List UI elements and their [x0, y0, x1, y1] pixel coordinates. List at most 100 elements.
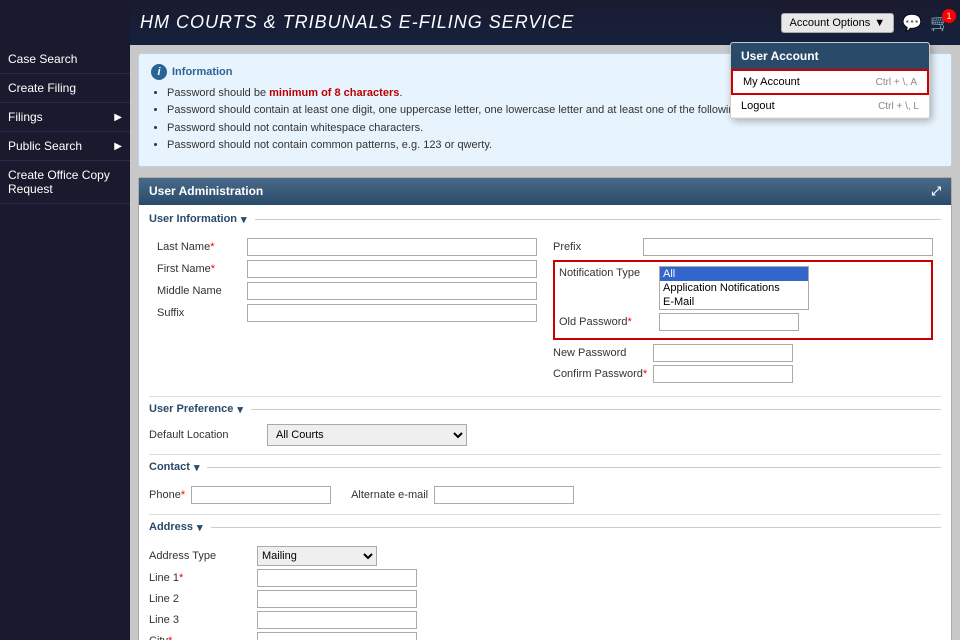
sidebar-item-public-search[interactable]: Public Search ▶	[0, 132, 130, 161]
city-input[interactable]	[257, 632, 417, 640]
info-bullet-3: Password should not contain whitespace c…	[167, 121, 939, 136]
logout-label: Logout	[741, 100, 775, 112]
first-name-required: *	[211, 263, 215, 275]
last-name-required: *	[210, 241, 214, 253]
middle-name-input[interactable]	[247, 282, 537, 300]
user-admin-section: User Administration ⤢ User Information ▾…	[138, 177, 952, 640]
first-name-row: First Name*	[157, 260, 537, 278]
sidebar-item-office-copy[interactable]: Create Office Copy Request	[0, 161, 130, 204]
cart-icon-wrapper[interactable]: 🛒 1	[930, 13, 950, 33]
alt-email-input[interactable]	[434, 486, 574, 504]
address-grid: Address Type Mailing Line 1* Line 2 Line…	[149, 542, 941, 640]
middle-name-row: Middle Name	[157, 282, 537, 300]
info-title: Information	[172, 66, 233, 78]
contact-subheader: Contact ▾	[149, 461, 941, 474]
main-layout: Case Search Create Filing Filings ▶ Publ…	[0, 45, 960, 640]
default-location-select[interactable]: All Courts	[267, 424, 467, 446]
middle-name-label: Middle Name	[157, 285, 247, 297]
last-name-label: Last Name*	[157, 241, 247, 253]
prefix-label-field: Prefix	[553, 241, 643, 253]
my-account-item[interactable]: My Account Ctrl + \, A	[731, 69, 929, 95]
public-search-arrow-icon: ▶	[114, 141, 122, 152]
dropdown-header: User Account	[731, 43, 929, 69]
header-controls: Account Options ▼ 💬 🛒 1	[781, 13, 950, 33]
confirm-password-input[interactable]	[653, 365, 793, 383]
notification-select[interactable]: All Application Notifications E-Mail	[659, 266, 809, 310]
address-type-label: Address Type	[149, 550, 249, 562]
form-left: Last Name* First Name* Mid	[149, 234, 545, 390]
line3-label: Line 3	[149, 614, 249, 626]
phone-input[interactable]	[191, 486, 331, 504]
user-info-subheader: User Information ▾	[149, 213, 941, 226]
info-bullet-4: Password should not contain common patte…	[167, 138, 939, 153]
line1-input[interactable]	[257, 569, 417, 587]
last-name-input[interactable]	[247, 238, 537, 256]
user-admin-title: User Administration	[149, 184, 263, 198]
line2-label: Line 2	[149, 593, 249, 605]
address-subheader: Address ▾	[149, 521, 941, 534]
prefix-input[interactable]	[643, 238, 933, 256]
prefix-row: Prefix	[553, 238, 933, 256]
notification-options: All Application Notifications E-Mail	[660, 267, 808, 309]
city-label: City*	[149, 635, 249, 640]
user-info-form: Last Name* First Name* Mid	[149, 234, 941, 390]
line3-input[interactable]	[257, 611, 417, 629]
cart-badge: 1	[942, 9, 956, 23]
notif-option-all[interactable]: All	[660, 267, 808, 281]
contact-row: Phone* Alternate e-mail	[149, 482, 941, 508]
notification-type-label: Notification Type	[559, 266, 659, 279]
sidebar-public-search-label: Public Search	[8, 139, 82, 153]
info-icon: i	[151, 64, 167, 80]
default-location-row: Default Location All Courts	[149, 424, 941, 446]
old-password-input[interactable]	[659, 313, 799, 331]
dropdown-title: User Account	[741, 49, 819, 63]
contact-toggle[interactable]: ▾	[194, 461, 200, 474]
sidebar-item-filings[interactable]: Filings ▶	[0, 103, 130, 132]
user-pref-toggle[interactable]: ▾	[237, 403, 243, 416]
confirm-password-row: Confirm Password*	[553, 365, 933, 383]
chat-icon: 💬	[902, 15, 922, 32]
address-type-select[interactable]: Mailing	[257, 546, 377, 566]
line2-input[interactable]	[257, 590, 417, 608]
notification-type-row: Notification Type All Application Notifi…	[559, 266, 927, 310]
sidebar-item-case-search[interactable]: Case Search	[0, 45, 130, 74]
notification-box: Notification Type All Application Notifi…	[553, 260, 933, 340]
notif-option-email[interactable]: E-Mail	[660, 295, 808, 309]
phone-group: Phone*	[149, 486, 331, 504]
new-password-input[interactable]	[653, 344, 793, 362]
app-header: HM Courts & Tribunals E-Filing Service A…	[0, 0, 960, 45]
user-pref-subheader: User Preference ▾	[149, 403, 941, 416]
old-password-label: Old Password*	[559, 316, 659, 328]
suffix-label: Suffix	[157, 307, 247, 319]
form-right: Prefix Notification Type	[545, 234, 941, 390]
new-password-label: New Password	[553, 347, 653, 359]
filings-arrow-icon: ▶	[114, 112, 122, 123]
sidebar-office-copy-label: Create Office Copy Request	[8, 168, 122, 196]
expand-icon[interactable]: ⤢	[931, 184, 941, 199]
account-options-label: Account Options	[790, 17, 871, 29]
user-pref-section: Default Location All Courts	[149, 424, 941, 446]
new-password-row: New Password	[553, 344, 933, 362]
my-account-shortcut: Ctrl + \, A	[876, 77, 917, 88]
sidebar-item-create-filing[interactable]: Create Filing	[0, 74, 130, 103]
line1-label: Line 1*	[149, 572, 249, 584]
sep3	[149, 514, 941, 515]
sep2	[149, 454, 941, 455]
first-name-input[interactable]	[247, 260, 537, 278]
first-name-label: First Name*	[157, 263, 247, 275]
phone-label: Phone*	[149, 489, 185, 501]
logout-item[interactable]: Logout Ctrl + \, L	[731, 95, 929, 118]
confirm-password-label: Confirm Password*	[553, 368, 653, 380]
chat-icon-wrapper[interactable]: 💬	[902, 13, 922, 33]
account-options-button[interactable]: Account Options ▼	[781, 13, 895, 33]
user-account-dropdown: User Account My Account Ctrl + \, A Logo…	[730, 42, 930, 119]
sidebar-case-search-label: Case Search	[8, 52, 77, 66]
logout-shortcut: Ctrl + \, L	[878, 101, 919, 112]
main-content: i Information Password should be minimum…	[130, 45, 960, 640]
address-toggle[interactable]: ▾	[197, 521, 203, 534]
suffix-input[interactable]	[247, 304, 537, 322]
default-location-label: Default Location	[149, 429, 259, 441]
sidebar-create-filing-label: Create Filing	[8, 81, 76, 95]
notif-option-app[interactable]: Application Notifications	[660, 281, 808, 295]
user-info-toggle[interactable]: ▾	[241, 213, 247, 226]
